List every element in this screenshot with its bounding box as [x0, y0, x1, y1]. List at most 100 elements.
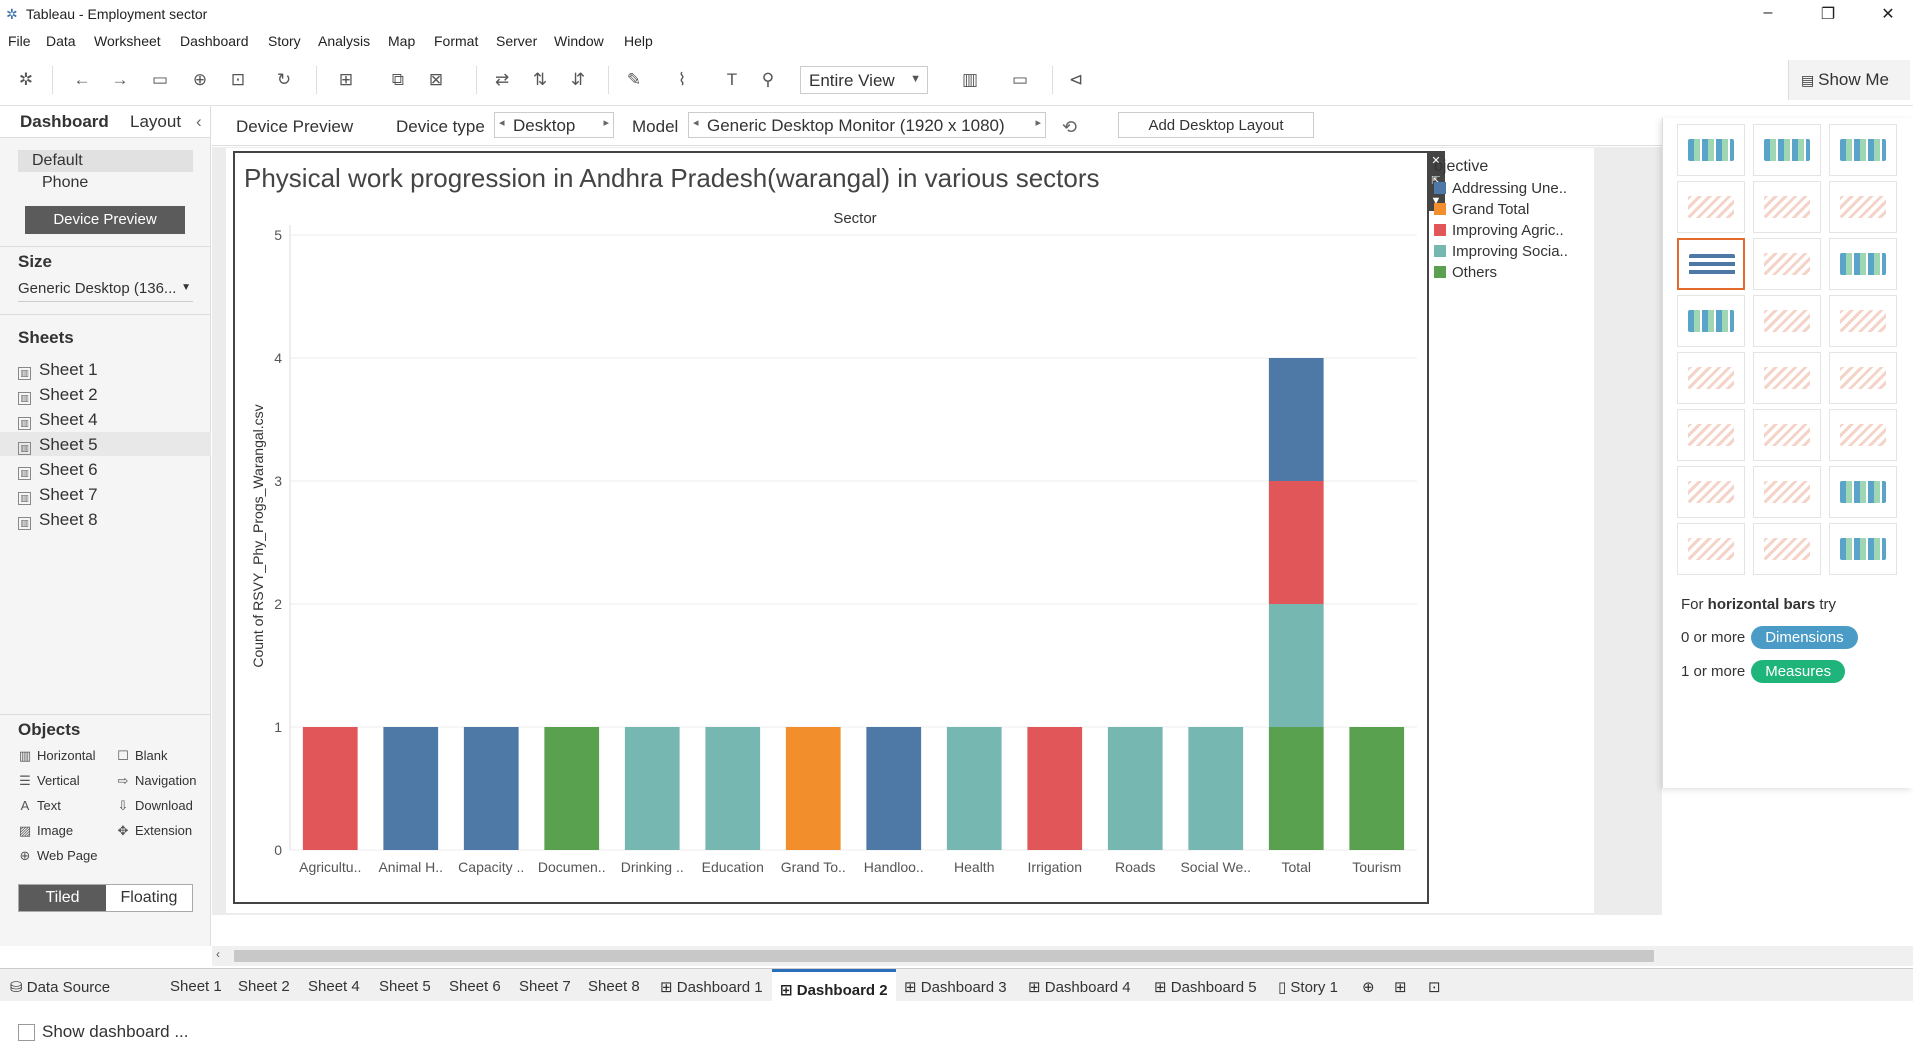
menu-help[interactable]: Help	[624, 33, 653, 49]
bar-segment[interactable]	[463, 727, 519, 850]
side-by-side-bars-icon[interactable]	[1829, 238, 1897, 290]
tab-dashboard-1[interactable]: ⊞ Dashboard 1	[660, 978, 763, 996]
rotate-device-icon[interactable]: ⟲	[1062, 117, 1077, 138]
tab-data-source[interactable]: ⛁ Data Source	[10, 978, 110, 996]
side-by-side-circles-icon[interactable]	[1829, 295, 1897, 347]
tab-sheet-7[interactable]: Sheet 7	[519, 978, 571, 995]
bar-segment[interactable]	[624, 727, 680, 850]
device-phone[interactable]: Phone	[42, 174, 88, 192]
bar-segment[interactable]	[544, 727, 600, 850]
filled-map-icon[interactable]	[1753, 181, 1821, 233]
pin-axes-icon[interactable]: ⚲	[756, 68, 780, 92]
tab-dashboard[interactable]: Dashboard	[20, 112, 109, 132]
pie-chart-icon[interactable]	[1829, 181, 1897, 233]
highlight-table-icon[interactable]	[1829, 124, 1897, 176]
lines-continuous-icon[interactable]	[1753, 352, 1821, 404]
scroll-left-icon[interactable]: ‹	[216, 947, 220, 961]
redo-icon[interactable]: →	[108, 68, 132, 92]
bar-segment[interactable]	[1268, 358, 1324, 481]
scrollbar-thumb[interactable]	[234, 950, 1654, 962]
highlight-icon[interactable]: ✎	[622, 68, 646, 92]
tab-story-1[interactable]: ▯ Story 1	[1278, 978, 1338, 996]
object-horizontal[interactable]: ▥ Horizontal	[18, 748, 96, 764]
tab-sheet-5[interactable]: Sheet 5	[379, 978, 431, 995]
collapse-panel-icon[interactable]: ‹	[196, 112, 202, 132]
treemap-icon[interactable]	[1677, 295, 1745, 347]
clear-sheet-icon[interactable]: ⊠	[424, 68, 448, 92]
device-preview-tab[interactable]: Device Preview	[236, 117, 353, 137]
symbol-map-icon[interactable]	[1677, 181, 1745, 233]
bullet-graph-icon[interactable]	[1753, 523, 1821, 575]
fit-view-select[interactable]: Entire View ▼	[800, 66, 928, 94]
show-title-checkbox[interactable]	[18, 1024, 35, 1041]
heat-map-icon[interactable]	[1753, 124, 1821, 176]
tab-dashboard-5[interactable]: ⊞ Dashboard 5	[1154, 978, 1257, 996]
text-table-icon[interactable]	[1677, 124, 1745, 176]
area-discrete-icon[interactable]	[1753, 409, 1821, 461]
object-web-page[interactable]: ⊕ Web Page	[18, 848, 98, 864]
minimize-icon[interactable]: –	[1758, 4, 1778, 22]
legend-item[interactable]: Improving Agric..	[1434, 222, 1564, 239]
sheet-item[interactable]: ▥ Sheet 2	[18, 385, 98, 405]
bar-segment[interactable]	[1027, 727, 1083, 850]
tab-dashboard-2[interactable]: ⊞ Dashboard 2	[772, 969, 896, 1002]
bar-segment[interactable]	[1268, 604, 1324, 727]
menu-file[interactable]: File	[8, 33, 31, 49]
add-desktop-layout-button[interactable]: Add Desktop Layout	[1118, 112, 1314, 138]
new-data-source-icon[interactable]: ⊕	[188, 68, 212, 92]
tab-layout[interactable]: Layout	[130, 112, 181, 132]
bar-segment[interactable]	[1349, 727, 1405, 850]
object-navigation[interactable]: ⇨ Navigation	[116, 773, 197, 789]
bar-segment[interactable]	[1268, 727, 1324, 850]
menu-format[interactable]: Format	[434, 33, 478, 49]
scatter-plot-icon[interactable]	[1677, 466, 1745, 518]
dual-combination-icon[interactable]	[1829, 409, 1897, 461]
area-continuous-icon[interactable]	[1677, 409, 1745, 461]
lines-discrete-icon[interactable]	[1677, 352, 1745, 404]
gantt-chart-icon[interactable]	[1677, 523, 1745, 575]
object-extension[interactable]: ✥ Extension	[116, 823, 193, 839]
bar-segment[interactable]	[1268, 481, 1324, 604]
share-icon[interactable]: ⊲	[1064, 68, 1088, 92]
menu-dashboard[interactable]: Dashboard	[180, 33, 249, 49]
menu-analysis[interactable]: Analysis	[318, 33, 370, 49]
undo-icon[interactable]: ←	[70, 68, 94, 92]
horizontal-scrollbar[interactable]: ‹	[212, 946, 1913, 966]
close-window-icon[interactable]: ✕	[1878, 4, 1898, 24]
pause-updates-icon[interactable]: ⊡	[226, 68, 250, 92]
menu-window[interactable]: Window	[554, 33, 604, 49]
object-image[interactable]: ▨ Image	[18, 823, 73, 839]
sort-descending-icon[interactable]: ⇵	[566, 68, 590, 92]
tab-sheet-2[interactable]: Sheet 2	[238, 978, 290, 995]
bar-segment[interactable]	[1188, 727, 1244, 850]
stacked-bars-icon[interactable]	[1753, 238, 1821, 290]
bar-segment[interactable]	[302, 727, 358, 850]
object-text[interactable]: A Text	[18, 798, 61, 813]
circle-views-icon[interactable]	[1753, 295, 1821, 347]
show-me-button[interactable]: ▤ Show Me	[1788, 60, 1910, 100]
group-members-icon[interactable]: ⌇	[670, 68, 694, 92]
menu-data[interactable]: Data	[46, 33, 76, 49]
new-worksheet-tab-icon[interactable]: ⊕	[1362, 978, 1375, 996]
device-type-select[interactable]: ◂ Desktop ▸	[494, 112, 614, 138]
restore-icon[interactable]: ❐	[1818, 4, 1838, 24]
duplicate-icon[interactable]: ⧉	[386, 68, 410, 92]
refresh-icon[interactable]: ↻	[272, 68, 296, 92]
device-default[interactable]: Default	[32, 152, 83, 170]
tab-sheet-4[interactable]: Sheet 4	[308, 978, 360, 995]
tab-sheet-6[interactable]: Sheet 6	[449, 978, 501, 995]
packed-bubbles-icon[interactable]	[1829, 523, 1897, 575]
save-icon[interactable]: ▭	[148, 68, 172, 92]
sheet-item[interactable]: ▥ Sheet 8	[18, 510, 98, 530]
sheet-item[interactable]: ▥ Sheet 6	[18, 460, 98, 480]
device-preview-button[interactable]: Device Preview	[25, 206, 185, 234]
bar-segment[interactable]	[946, 727, 1002, 850]
presentation-mode-icon[interactable]: ▭	[1008, 68, 1032, 92]
legend-item[interactable]: Improving Socia..	[1434, 243, 1568, 260]
swap-rows-columns-icon[interactable]: ⇄	[490, 68, 514, 92]
object-blank[interactable]: ☐ Blank	[116, 748, 167, 764]
sheet-item[interactable]: ▥ Sheet 4	[18, 410, 98, 430]
menu-map[interactable]: Map	[388, 33, 415, 49]
bar-segment[interactable]	[1107, 727, 1163, 850]
tableau-home-icon[interactable]: ✲	[14, 68, 38, 92]
